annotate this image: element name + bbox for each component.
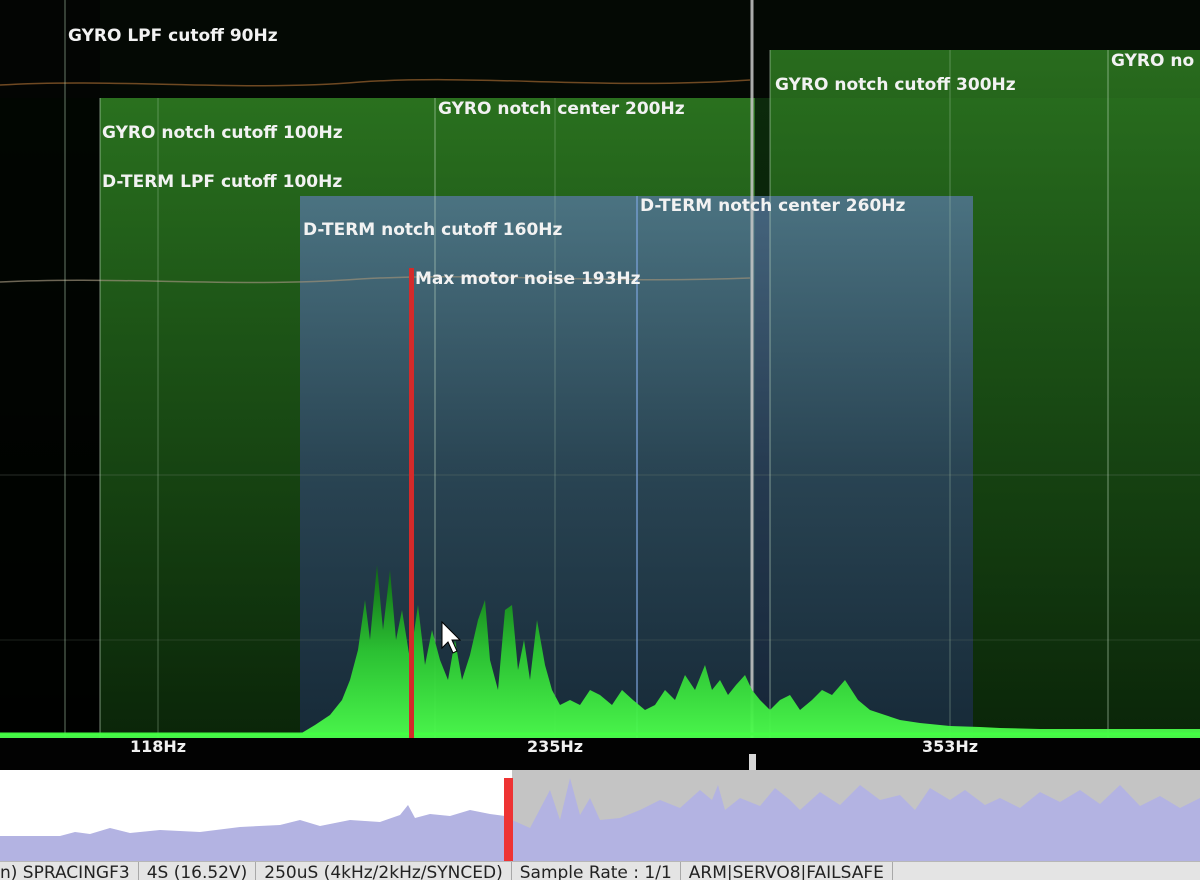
dterm-notch-center-label: D-TERM notch center 260Hz [640,196,906,216]
status-board: n) SPRACINGF3 [0,862,139,880]
gyro-notch2-cutoff-label: GYRO notch cutoff 300Hz [775,75,1016,95]
status-bar: n) SPRACINGF3 4S (16.52V) 250uS (4kHz/2kHz… [0,861,1200,880]
gyro-notch1-cutoff-label: GYRO notch cutoff 100Hz [102,123,343,143]
overview-cursor[interactable] [504,778,513,861]
axis-tick-label: 118Hz [130,737,186,756]
blackbox-explorer-window: GYRO LPF cutoff 90Hz GYRO notch cutoff 1… [0,0,1200,880]
gyro-notch2-center-label: GYRO no [1111,51,1194,71]
status-looptime: 250uS (4kHz/2kHz/SYNCED) [256,862,512,880]
dterm-lpf-label: D-TERM LPF cutoff 100Hz [102,172,342,192]
max-motor-noise-marker [409,268,414,738]
log-overview-graph[interactable] [0,770,1200,861]
gyro-notch1-center-label: GYRO notch center 200Hz [438,99,685,119]
playhead-handle[interactable] [749,754,756,770]
max-motor-noise-label: Max motor noise 193Hz [415,269,641,289]
status-battery: 4S (16.52V) [139,862,257,880]
status-sample-rate: Sample Rate : 1/1 [512,862,681,880]
status-flight-mode: ARM|SERVO8|FAILSAFE [681,862,893,880]
axis-tick-label: 235Hz [527,737,583,756]
spectrum-analyzer-panel[interactable]: GYRO LPF cutoff 90Hz GYRO notch cutoff 1… [0,0,1200,770]
gyro-lpf-label: GYRO LPF cutoff 90Hz [68,26,278,46]
dterm-notch-cutoff-label: D-TERM notch cutoff 160Hz [303,220,563,240]
axis-tick-label: 353Hz [922,737,978,756]
